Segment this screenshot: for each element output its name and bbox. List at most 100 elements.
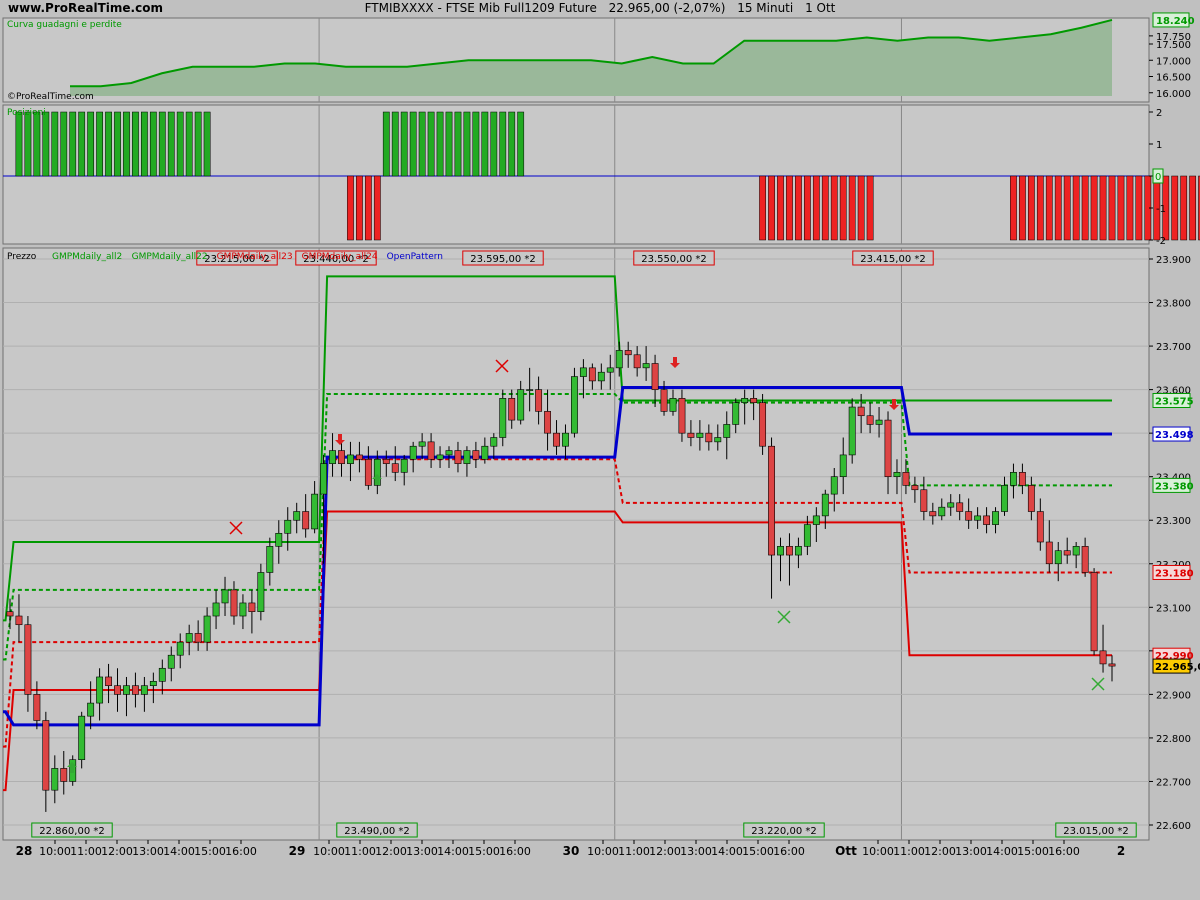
position-bar (96, 111, 103, 177)
candle-body (87, 702, 95, 717)
price-tick-label: 23.300 (1156, 516, 1191, 527)
candle-body (911, 485, 919, 491)
position-bar (1090, 175, 1098, 241)
position-bar (508, 111, 516, 177)
hour-label: 14:00 (437, 845, 469, 858)
candle-body (902, 472, 910, 486)
position-bar (15, 111, 23, 177)
candle-body (660, 389, 668, 412)
position-bar (1063, 175, 1071, 241)
position-bar (1135, 175, 1143, 241)
position-bar (848, 175, 856, 241)
candle-body (490, 437, 498, 447)
hour-label: 12:00 (375, 845, 407, 858)
price-tag-label: 23.380 (1155, 481, 1194, 492)
position-bar (400, 111, 408, 177)
position-bar (78, 111, 86, 177)
candle-body (499, 398, 507, 438)
position-bar (24, 111, 32, 177)
candle-body (606, 367, 614, 373)
day-label: 28 (16, 844, 33, 858)
candle-body (221, 589, 229, 604)
candle-body (302, 511, 310, 530)
candle-body (463, 450, 471, 464)
position-bar (866, 175, 874, 241)
candle-body (678, 398, 686, 434)
candle-body (705, 432, 713, 443)
trading-chart[interactable]: 17.75017.50017.00016.50016.00018.240 Cur… (0, 0, 1200, 900)
hour-label: 12:00 (924, 845, 956, 858)
candle-body (1054, 550, 1062, 565)
candle-body (364, 458, 372, 486)
candle-body (427, 441, 435, 460)
candle-body (1099, 650, 1107, 665)
candle-body (526, 389, 534, 391)
candle-body (1001, 485, 1008, 512)
candle-body (167, 654, 175, 669)
low-label: 22.860,00 *2 (39, 826, 104, 837)
hour-label: 13:00 (955, 845, 987, 858)
position-bar (185, 111, 193, 177)
position-bar (149, 111, 157, 177)
candle-body (517, 389, 525, 421)
position-bar (1010, 175, 1017, 241)
candle-body (51, 768, 59, 791)
position-bar (1081, 175, 1089, 241)
candle-body (436, 454, 444, 460)
candle-body (355, 454, 363, 460)
position-last-label: 0 (1155, 172, 1161, 183)
position-tick-label: 2 (1156, 108, 1162, 119)
hour-label: 11:00 (344, 845, 376, 858)
candle-body (839, 454, 847, 477)
candle-body (642, 363, 650, 369)
candle-body (615, 350, 623, 369)
hour-label: 13:00 (406, 845, 438, 858)
price-tag-label: 23.498 (1155, 430, 1194, 441)
position-bar (1108, 175, 1116, 241)
hour-label: 14:00 (711, 845, 743, 858)
position-bar (347, 175, 354, 241)
position-bar (33, 111, 41, 177)
hour-label: 16:00 (225, 845, 257, 858)
price-panel (2, 247, 1150, 841)
position-bar (454, 111, 462, 177)
candle-body (338, 450, 345, 464)
legend-item: OpenPattern (387, 252, 443, 262)
position-bar (1054, 175, 1062, 241)
candle-body (947, 502, 955, 508)
position-bar (391, 111, 399, 177)
position-bar (1117, 175, 1125, 241)
high-label: 23.595,00 *2 (470, 254, 535, 265)
hour-label: 10:00 (313, 845, 345, 858)
position-bar (463, 111, 471, 177)
price-tick-label: 23.100 (1156, 603, 1191, 614)
price-title: Prezzo (7, 252, 37, 262)
hour-label: 15:00 (742, 845, 774, 858)
equity-tick-label: 17.500 (1156, 40, 1191, 51)
position-bar (167, 111, 175, 177)
price-tag-label: 22.965,0 (1155, 662, 1200, 673)
day-label: 2 (1117, 844, 1125, 858)
candle-body (105, 676, 112, 686)
position-tick-label: -1 (1156, 204, 1166, 215)
hour-label: 14:00 (163, 845, 195, 858)
candle-body (42, 720, 50, 791)
candle-body (176, 641, 184, 656)
candle-body (866, 415, 874, 425)
candle-body (293, 511, 301, 521)
candle-body (714, 437, 722, 443)
candle-body (257, 572, 265, 612)
candle-body (768, 445, 775, 556)
position-bar (786, 175, 793, 241)
position-bar (490, 111, 498, 177)
hour-label: 12:00 (101, 845, 133, 858)
hour-label: 15:00 (1017, 845, 1049, 858)
candle-body (248, 602, 256, 612)
position-bar (768, 175, 775, 241)
candle-body (875, 419, 883, 425)
candle-body (1081, 546, 1089, 573)
candle-body (284, 519, 292, 534)
position-bar (857, 175, 865, 241)
price-tick-label: 23.700 (1156, 342, 1191, 353)
position-bar (472, 111, 480, 177)
